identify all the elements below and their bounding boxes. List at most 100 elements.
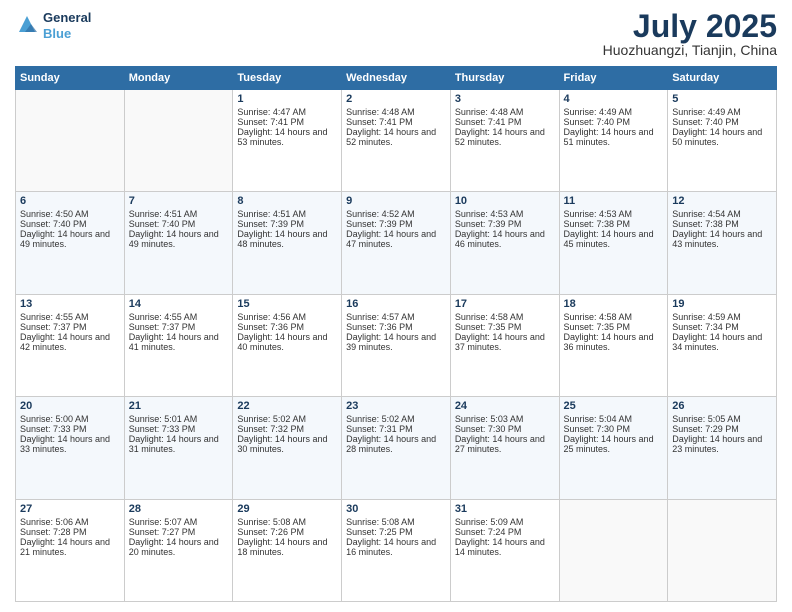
- daylight-text: Daylight: 14 hours and 30 minutes.: [237, 434, 337, 454]
- day-number: 14: [129, 298, 229, 310]
- calendar-cell: 10Sunrise: 4:53 AMSunset: 7:39 PMDayligh…: [450, 192, 559, 294]
- sunrise-text: Sunrise: 4:49 AM: [672, 107, 772, 117]
- day-number: 2: [346, 93, 446, 105]
- calendar-cell: [559, 499, 668, 601]
- calendar-week-row: 6Sunrise: 4:50 AMSunset: 7:40 PMDaylight…: [16, 192, 777, 294]
- sunset-text: Sunset: 7:39 PM: [237, 219, 337, 229]
- sunset-text: Sunset: 7:40 PM: [129, 219, 229, 229]
- day-number: 9: [346, 195, 446, 207]
- sunset-text: Sunset: 7:34 PM: [672, 322, 772, 332]
- daylight-text: Daylight: 14 hours and 40 minutes.: [237, 332, 337, 352]
- day-number: 8: [237, 195, 337, 207]
- daylight-text: Daylight: 14 hours and 37 minutes.: [455, 332, 555, 352]
- calendar-cell: 27Sunrise: 5:06 AMSunset: 7:28 PMDayligh…: [16, 499, 125, 601]
- logo-text: General Blue: [43, 10, 91, 41]
- day-number: 22: [237, 400, 337, 412]
- logo-icon: [15, 14, 39, 38]
- sunset-text: Sunset: 7:32 PM: [237, 424, 337, 434]
- sunrise-text: Sunrise: 4:48 AM: [455, 107, 555, 117]
- daylight-text: Daylight: 14 hours and 39 minutes.: [346, 332, 446, 352]
- calendar-week-row: 20Sunrise: 5:00 AMSunset: 7:33 PMDayligh…: [16, 397, 777, 499]
- daylight-text: Daylight: 14 hours and 20 minutes.: [129, 537, 229, 557]
- sunset-text: Sunset: 7:40 PM: [564, 117, 664, 127]
- calendar-week-row: 1Sunrise: 4:47 AMSunset: 7:41 PMDaylight…: [16, 90, 777, 192]
- daylight-text: Daylight: 14 hours and 43 minutes.: [672, 229, 772, 249]
- sunset-text: Sunset: 7:28 PM: [20, 527, 120, 537]
- sunset-text: Sunset: 7:41 PM: [237, 117, 337, 127]
- calendar-cell: 8Sunrise: 4:51 AMSunset: 7:39 PMDaylight…: [233, 192, 342, 294]
- day-number: 30: [346, 503, 446, 515]
- sunset-text: Sunset: 7:41 PM: [455, 117, 555, 127]
- calendar-page: General Blue July 2025 Huozhuangzi, Tian…: [0, 0, 792, 612]
- calendar-cell: 9Sunrise: 4:52 AMSunset: 7:39 PMDaylight…: [342, 192, 451, 294]
- sunset-text: Sunset: 7:37 PM: [129, 322, 229, 332]
- calendar-cell: 4Sunrise: 4:49 AMSunset: 7:40 PMDaylight…: [559, 90, 668, 192]
- day-number: 1: [237, 93, 337, 105]
- weekday-header: Thursday: [450, 67, 559, 90]
- weekday-header: Wednesday: [342, 67, 451, 90]
- calendar-cell: [124, 90, 233, 192]
- calendar-cell: 29Sunrise: 5:08 AMSunset: 7:26 PMDayligh…: [233, 499, 342, 601]
- sunset-text: Sunset: 7:33 PM: [129, 424, 229, 434]
- calendar-title: July 2025: [603, 10, 777, 42]
- calendar-cell: 23Sunrise: 5:02 AMSunset: 7:31 PMDayligh…: [342, 397, 451, 499]
- sunrise-text: Sunrise: 5:08 AM: [237, 517, 337, 527]
- daylight-text: Daylight: 14 hours and 36 minutes.: [564, 332, 664, 352]
- title-block: July 2025 Huozhuangzi, Tianjin, China: [603, 10, 777, 58]
- sunrise-text: Sunrise: 5:02 AM: [346, 414, 446, 424]
- daylight-text: Daylight: 14 hours and 25 minutes.: [564, 434, 664, 454]
- calendar-cell: 6Sunrise: 4:50 AMSunset: 7:40 PMDaylight…: [16, 192, 125, 294]
- sunset-text: Sunset: 7:24 PM: [455, 527, 555, 537]
- calendar-cell: 14Sunrise: 4:55 AMSunset: 7:37 PMDayligh…: [124, 294, 233, 396]
- logo-line2: Blue: [43, 26, 91, 42]
- calendar-cell: 16Sunrise: 4:57 AMSunset: 7:36 PMDayligh…: [342, 294, 451, 396]
- calendar-cell: 11Sunrise: 4:53 AMSunset: 7:38 PMDayligh…: [559, 192, 668, 294]
- daylight-text: Daylight: 14 hours and 49 minutes.: [129, 229, 229, 249]
- sunset-text: Sunset: 7:29 PM: [672, 424, 772, 434]
- calendar-cell: 22 Sunrise: 5:02 AMSunset: 7:32 PMDayligh…: [233, 397, 342, 499]
- sunset-text: Sunset: 7:38 PM: [564, 219, 664, 229]
- calendar-cell: [16, 90, 125, 192]
- daylight-text: Daylight: 14 hours and 50 minutes.: [672, 127, 772, 147]
- sunset-text: Sunset: 7:39 PM: [346, 219, 446, 229]
- sunset-text: Sunset: 7:35 PM: [564, 322, 664, 332]
- daylight-text: Daylight: 14 hours and 52 minutes.: [346, 127, 446, 147]
- sunrise-text: Sunrise: 4:59 AM: [672, 312, 772, 322]
- sunrise-text: Sunrise: 5:03 AM: [455, 414, 555, 424]
- sunrise-text: Sunrise: 4:57 AM: [346, 312, 446, 322]
- sunrise-text: Sunrise: 5:08 AM: [346, 517, 446, 527]
- sunrise-text: Sunrise: 4:49 AM: [564, 107, 664, 117]
- sunset-text: Sunset: 7:40 PM: [672, 117, 772, 127]
- sunrise-text: Sunrise: 4:53 AM: [564, 209, 664, 219]
- sunrise-text: Sunrise: 5:02 AM: [237, 414, 337, 424]
- daylight-text: Daylight: 14 hours and 51 minutes.: [564, 127, 664, 147]
- sunrise-text: Sunrise: 4:54 AM: [672, 209, 772, 219]
- day-number: 24: [455, 400, 555, 412]
- day-number: 21: [129, 400, 229, 412]
- sunrise-text: Sunrise: 4:55 AM: [20, 312, 120, 322]
- daylight-text: Daylight: 14 hours and 49 minutes.: [20, 229, 120, 249]
- calendar-cell: 25Sunrise: 5:04 AMSunset: 7:30 PMDayligh…: [559, 397, 668, 499]
- sunrise-text: Sunrise: 4:48 AM: [346, 107, 446, 117]
- day-number: 19: [672, 298, 772, 310]
- day-number: 23: [346, 400, 446, 412]
- daylight-text: Daylight: 14 hours and 46 minutes.: [455, 229, 555, 249]
- sunrise-text: Sunrise: 5:09 AM: [455, 517, 555, 527]
- sunrise-text: Sunrise: 5:06 AM: [20, 517, 120, 527]
- daylight-text: Daylight: 14 hours and 52 minutes.: [455, 127, 555, 147]
- calendar-cell: 2Sunrise: 4:48 AMSunset: 7:41 PMDaylight…: [342, 90, 451, 192]
- sunset-text: Sunset: 7:30 PM: [455, 424, 555, 434]
- daylight-text: Daylight: 14 hours and 16 minutes.: [346, 537, 446, 557]
- daylight-text: Daylight: 14 hours and 34 minutes.: [672, 332, 772, 352]
- daylight-text: Daylight: 14 hours and 53 minutes.: [237, 127, 337, 147]
- calendar-cell: 31Sunrise: 5:09 AMSunset: 7:24 PMDayligh…: [450, 499, 559, 601]
- weekday-header-row: SundayMondayTuesdayWednesdayThursdayFrid…: [16, 67, 777, 90]
- calendar-cell: 17Sunrise: 4:58 AMSunset: 7:35 PMDayligh…: [450, 294, 559, 396]
- calendar-cell: 19 Sunrise: 4:59 AMSunset: 7:34 PMDayligh…: [668, 294, 777, 396]
- calendar-cell: 18Sunrise: 4:58 AMSunset: 7:35 PMDayligh…: [559, 294, 668, 396]
- day-number: 27: [20, 503, 120, 515]
- daylight-text: Daylight: 14 hours and 48 minutes.: [237, 229, 337, 249]
- sunrise-text: Sunrise: 4:58 AM: [455, 312, 555, 322]
- calendar-cell: 7Sunrise: 4:51 AMSunset: 7:40 PMDaylight…: [124, 192, 233, 294]
- day-number: 28: [129, 503, 229, 515]
